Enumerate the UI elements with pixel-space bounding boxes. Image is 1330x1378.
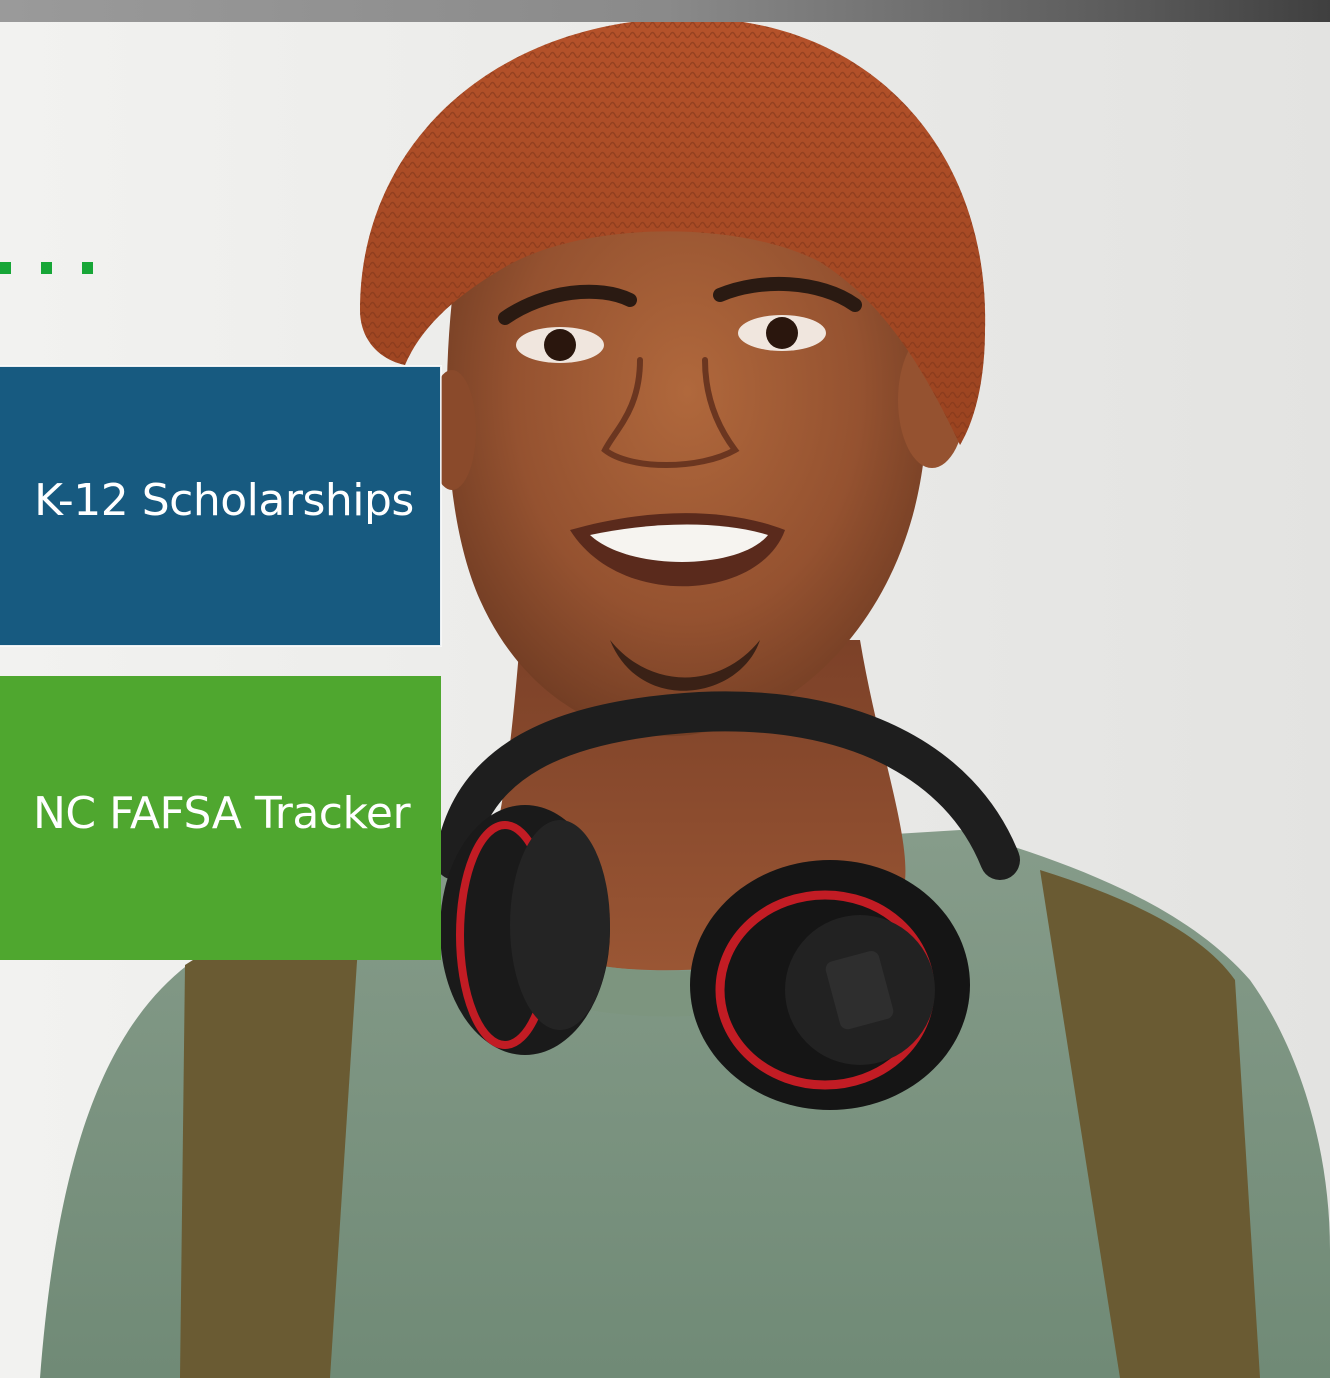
dot	[0, 262, 11, 274]
k12-scholarships-label: K-12 Scholarships	[34, 474, 414, 526]
dot	[82, 262, 93, 274]
k12-scholarships-tile[interactable]: K-12 Scholarships	[0, 366, 441, 646]
hero-banner: K-12 Scholarships NC FAFSA Tracker	[0, 0, 1330, 1378]
nc-fafsa-tracker-tile[interactable]: NC FAFSA Tracker	[0, 676, 441, 960]
top-bar	[0, 0, 1330, 22]
dot	[41, 262, 52, 274]
nc-fafsa-tracker-label: NC FAFSA Tracker	[32, 787, 411, 839]
